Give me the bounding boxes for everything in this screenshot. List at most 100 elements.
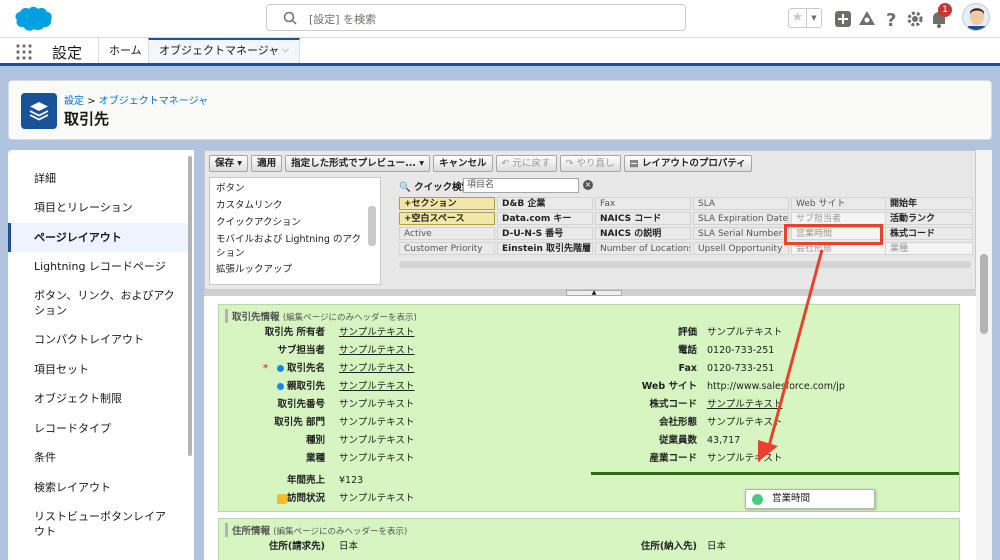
save-button[interactable]: 保存 ▾ bbox=[209, 155, 249, 172]
palette-field[interactable]: Fax bbox=[595, 197, 691, 210]
sidebar-item-fields[interactable]: 項目とリレーション bbox=[8, 200, 188, 215]
tab-object-manager[interactable]: オブジェクトマネージャ ⌵ bbox=[148, 38, 300, 63]
section-header[interactable]: 取引先情報 (編集ページにのみヘッダーを表示) bbox=[225, 309, 417, 323]
field-label: 従業員数 bbox=[658, 435, 697, 446]
sidebar-item-details[interactable]: 詳細 bbox=[8, 171, 188, 186]
chevron-down-icon[interactable]: ⌵ bbox=[282, 40, 289, 61]
global-actions-plus-icon[interactable] bbox=[832, 8, 854, 30]
layout-field-row[interactable]: 会社形態 サンプルテキスト bbox=[589, 415, 959, 431]
redo-button[interactable]: ↷ やり直し bbox=[559, 155, 621, 172]
palette-field[interactable]: Upsell Opportunity bbox=[693, 242, 789, 255]
section-title: 取引先情報 bbox=[232, 312, 280, 323]
layout-field-row[interactable]: 年間売上 ¥123 bbox=[219, 473, 579, 489]
category-expanded-lookups[interactable]: 拡張ルックアップ bbox=[216, 263, 366, 277]
quick-save-button[interactable]: 適用 bbox=[251, 155, 283, 172]
layout-field-row[interactable]: 親取引先 サンプルテキスト bbox=[219, 379, 579, 395]
category-buttons[interactable]: ボタン bbox=[216, 182, 366, 196]
global-search-input[interactable]: [設定] を検索 bbox=[266, 4, 686, 31]
clear-icon[interactable]: × bbox=[583, 180, 593, 190]
palette-field[interactable]: SLA Expiration Date bbox=[693, 212, 789, 225]
dragged-field-business-hours[interactable]: 営業時間 bbox=[745, 489, 875, 509]
palette-field[interactable]: Active bbox=[399, 227, 495, 240]
layout-field-row[interactable]: 産業コード サンプルテキスト bbox=[589, 451, 959, 467]
layout-field-row[interactable]: サブ担当者 サンプルテキスト bbox=[219, 343, 579, 359]
palette-field[interactable]: 業種 bbox=[885, 242, 973, 255]
cancel-button[interactable]: キャンセル bbox=[433, 155, 493, 172]
undo-button[interactable]: ↶ 元に戻す bbox=[495, 155, 557, 172]
palette-field[interactable]: SLA bbox=[693, 197, 789, 210]
chevron-down-icon[interactable]: ▼ bbox=[807, 9, 821, 27]
breadcrumb-object-manager-link[interactable]: オブジェクトマネージャ bbox=[99, 96, 208, 107]
layout-field-row[interactable]: 取引先番号 サンプルテキスト bbox=[219, 397, 579, 413]
highlight-box bbox=[784, 224, 883, 245]
category-quick-actions[interactable]: クイックアクション bbox=[216, 216, 366, 230]
layout-field-row[interactable]: 取引先 部門 サンプルテキスト bbox=[219, 415, 579, 431]
quick-find-input[interactable]: 項目名 bbox=[463, 178, 579, 193]
sidebar-scrollbar[interactable] bbox=[188, 156, 192, 456]
editor-scrollbar-thumb[interactable] bbox=[980, 254, 988, 334]
salesforce-logo-icon[interactable] bbox=[12, 5, 54, 33]
palette-field[interactable]: NAICS コード bbox=[595, 212, 691, 225]
palette-field-blank-space[interactable]: +空白スペース bbox=[399, 212, 495, 225]
tab-home[interactable]: ホーム bbox=[98, 38, 152, 63]
help-icon[interactable]: ? bbox=[880, 8, 902, 30]
app-launcher-icon[interactable] bbox=[16, 44, 32, 60]
palette-field[interactable]: 活動ランク bbox=[885, 212, 973, 225]
layout-field-row[interactable]: 電話 0120-733-251 bbox=[589, 343, 959, 359]
field-value: サンプルテキスト bbox=[339, 453, 415, 464]
field-value: サンプルテキスト bbox=[339, 327, 415, 338]
palette-field[interactable]: 株式コード bbox=[885, 227, 973, 240]
palette-field[interactable]: 開始年 bbox=[885, 197, 973, 210]
layout-field-row[interactable]: 評価 サンプルテキスト bbox=[589, 325, 959, 341]
palette-field[interactable]: Einstein 取引先階層 bbox=[497, 242, 593, 255]
sidebar-item-field-sets[interactable]: 項目セット bbox=[8, 362, 188, 377]
palette-field[interactable]: Web サイト bbox=[791, 197, 887, 210]
sidebar-item-lightning-record-pages[interactable]: Lightning レコードページ bbox=[8, 259, 188, 274]
preview-as-button[interactable]: 指定した形式でプレビュー... ▾ bbox=[285, 155, 430, 172]
global-header: [設定] を検索 ★ ▼ ? 1 bbox=[0, 0, 1000, 38]
layout-field-row[interactable]: 住所(請求先) 日本 bbox=[219, 539, 579, 555]
avatar[interactable] bbox=[962, 3, 990, 31]
layout-field-row[interactable]: 住所(納入先) 日本 bbox=[589, 539, 959, 555]
trailhead-guidance-icon[interactable] bbox=[856, 8, 878, 30]
field-grid-hscroll[interactable] bbox=[399, 261, 971, 268]
sidebar-item-list-view-button-layout[interactable]: リストビューボタンレイアウト bbox=[8, 509, 176, 539]
sidebar-item-object-limits[interactable]: オブジェクト制限 bbox=[8, 391, 188, 406]
section-header[interactable]: 住所情報 (編集ページにのみヘッダーを表示) bbox=[225, 523, 407, 537]
layout-field-row[interactable]: Fax 0120-733-251 bbox=[589, 361, 959, 377]
layout-field-row[interactable]: Web サイト http://www.salesforce.com/jp bbox=[589, 379, 959, 395]
palette-field[interactable]: SLA Serial Number bbox=[693, 227, 789, 240]
favorites-button[interactable]: ★ ▼ bbox=[788, 8, 822, 28]
field-label: Fax bbox=[678, 363, 697, 374]
star-icon[interactable]: ★ bbox=[789, 9, 807, 27]
sidebar-item-buttons-links-actions[interactable]: ボタン、リンク、およびアクション bbox=[8, 288, 176, 318]
palette-field[interactable]: D-U-N-S 番号 bbox=[497, 227, 593, 240]
palette-field-section[interactable]: +セクション bbox=[399, 197, 495, 210]
sidebar-item-conditions[interactable]: 条件 bbox=[8, 450, 188, 465]
category-custom-links[interactable]: カスタムリンク bbox=[216, 199, 366, 213]
palette-field[interactable]: Customer Priority bbox=[399, 242, 495, 255]
breadcrumb-setup-link[interactable]: 設定 bbox=[64, 96, 84, 107]
field-palette: 保存 ▾ 適用 指定した形式でプレビュー... ▾ キャンセル ↶ 元に戻す ↷… bbox=[204, 150, 976, 290]
layout-field-row[interactable]: 従業員数 43,717 bbox=[589, 433, 959, 449]
palette-field[interactable]: NAICS の説明 bbox=[595, 227, 691, 240]
sidebar-item-page-layouts[interactable]: ページレイアウト bbox=[8, 223, 188, 252]
category-scrollbar[interactable] bbox=[368, 206, 376, 246]
palette-field[interactable]: Number of Locations bbox=[595, 242, 691, 255]
palette-field[interactable]: D&B 企業 bbox=[497, 197, 593, 210]
sidebar-item-search-layouts[interactable]: 検索レイアウト bbox=[8, 480, 188, 495]
sidebar-item-compact-layouts[interactable]: コンパクトレイアウト bbox=[8, 332, 188, 347]
layout-field-row[interactable]: 種別 サンプルテキスト bbox=[219, 433, 579, 449]
layout-field-row[interactable]: 業種 サンプルテキスト bbox=[219, 451, 579, 467]
layout-field-row[interactable]: * 取引先名 サンプルテキスト bbox=[219, 361, 579, 377]
gear-icon[interactable] bbox=[904, 8, 926, 30]
category-mobile-lightning-actions[interactable]: モバイルおよび Lightning のアクション bbox=[216, 233, 366, 261]
layout-properties-button[interactable]: ▤ レイアウトのプロパティ bbox=[623, 155, 752, 172]
layout-field-row[interactable]: 取引先 所有者 サンプルテキスト bbox=[219, 325, 579, 341]
redo-icon: ↷ bbox=[565, 158, 577, 169]
sidebar-item-record-types[interactable]: レコードタイプ bbox=[8, 421, 188, 436]
editor-scrollbar[interactable] bbox=[976, 150, 992, 560]
layout-field-row[interactable]: 株式コード サンプルテキスト bbox=[589, 397, 959, 413]
layout-field-row[interactable]: 訪問状況 サンプルテキスト bbox=[219, 491, 579, 507]
palette-field[interactable]: Data.com キー bbox=[497, 212, 593, 225]
